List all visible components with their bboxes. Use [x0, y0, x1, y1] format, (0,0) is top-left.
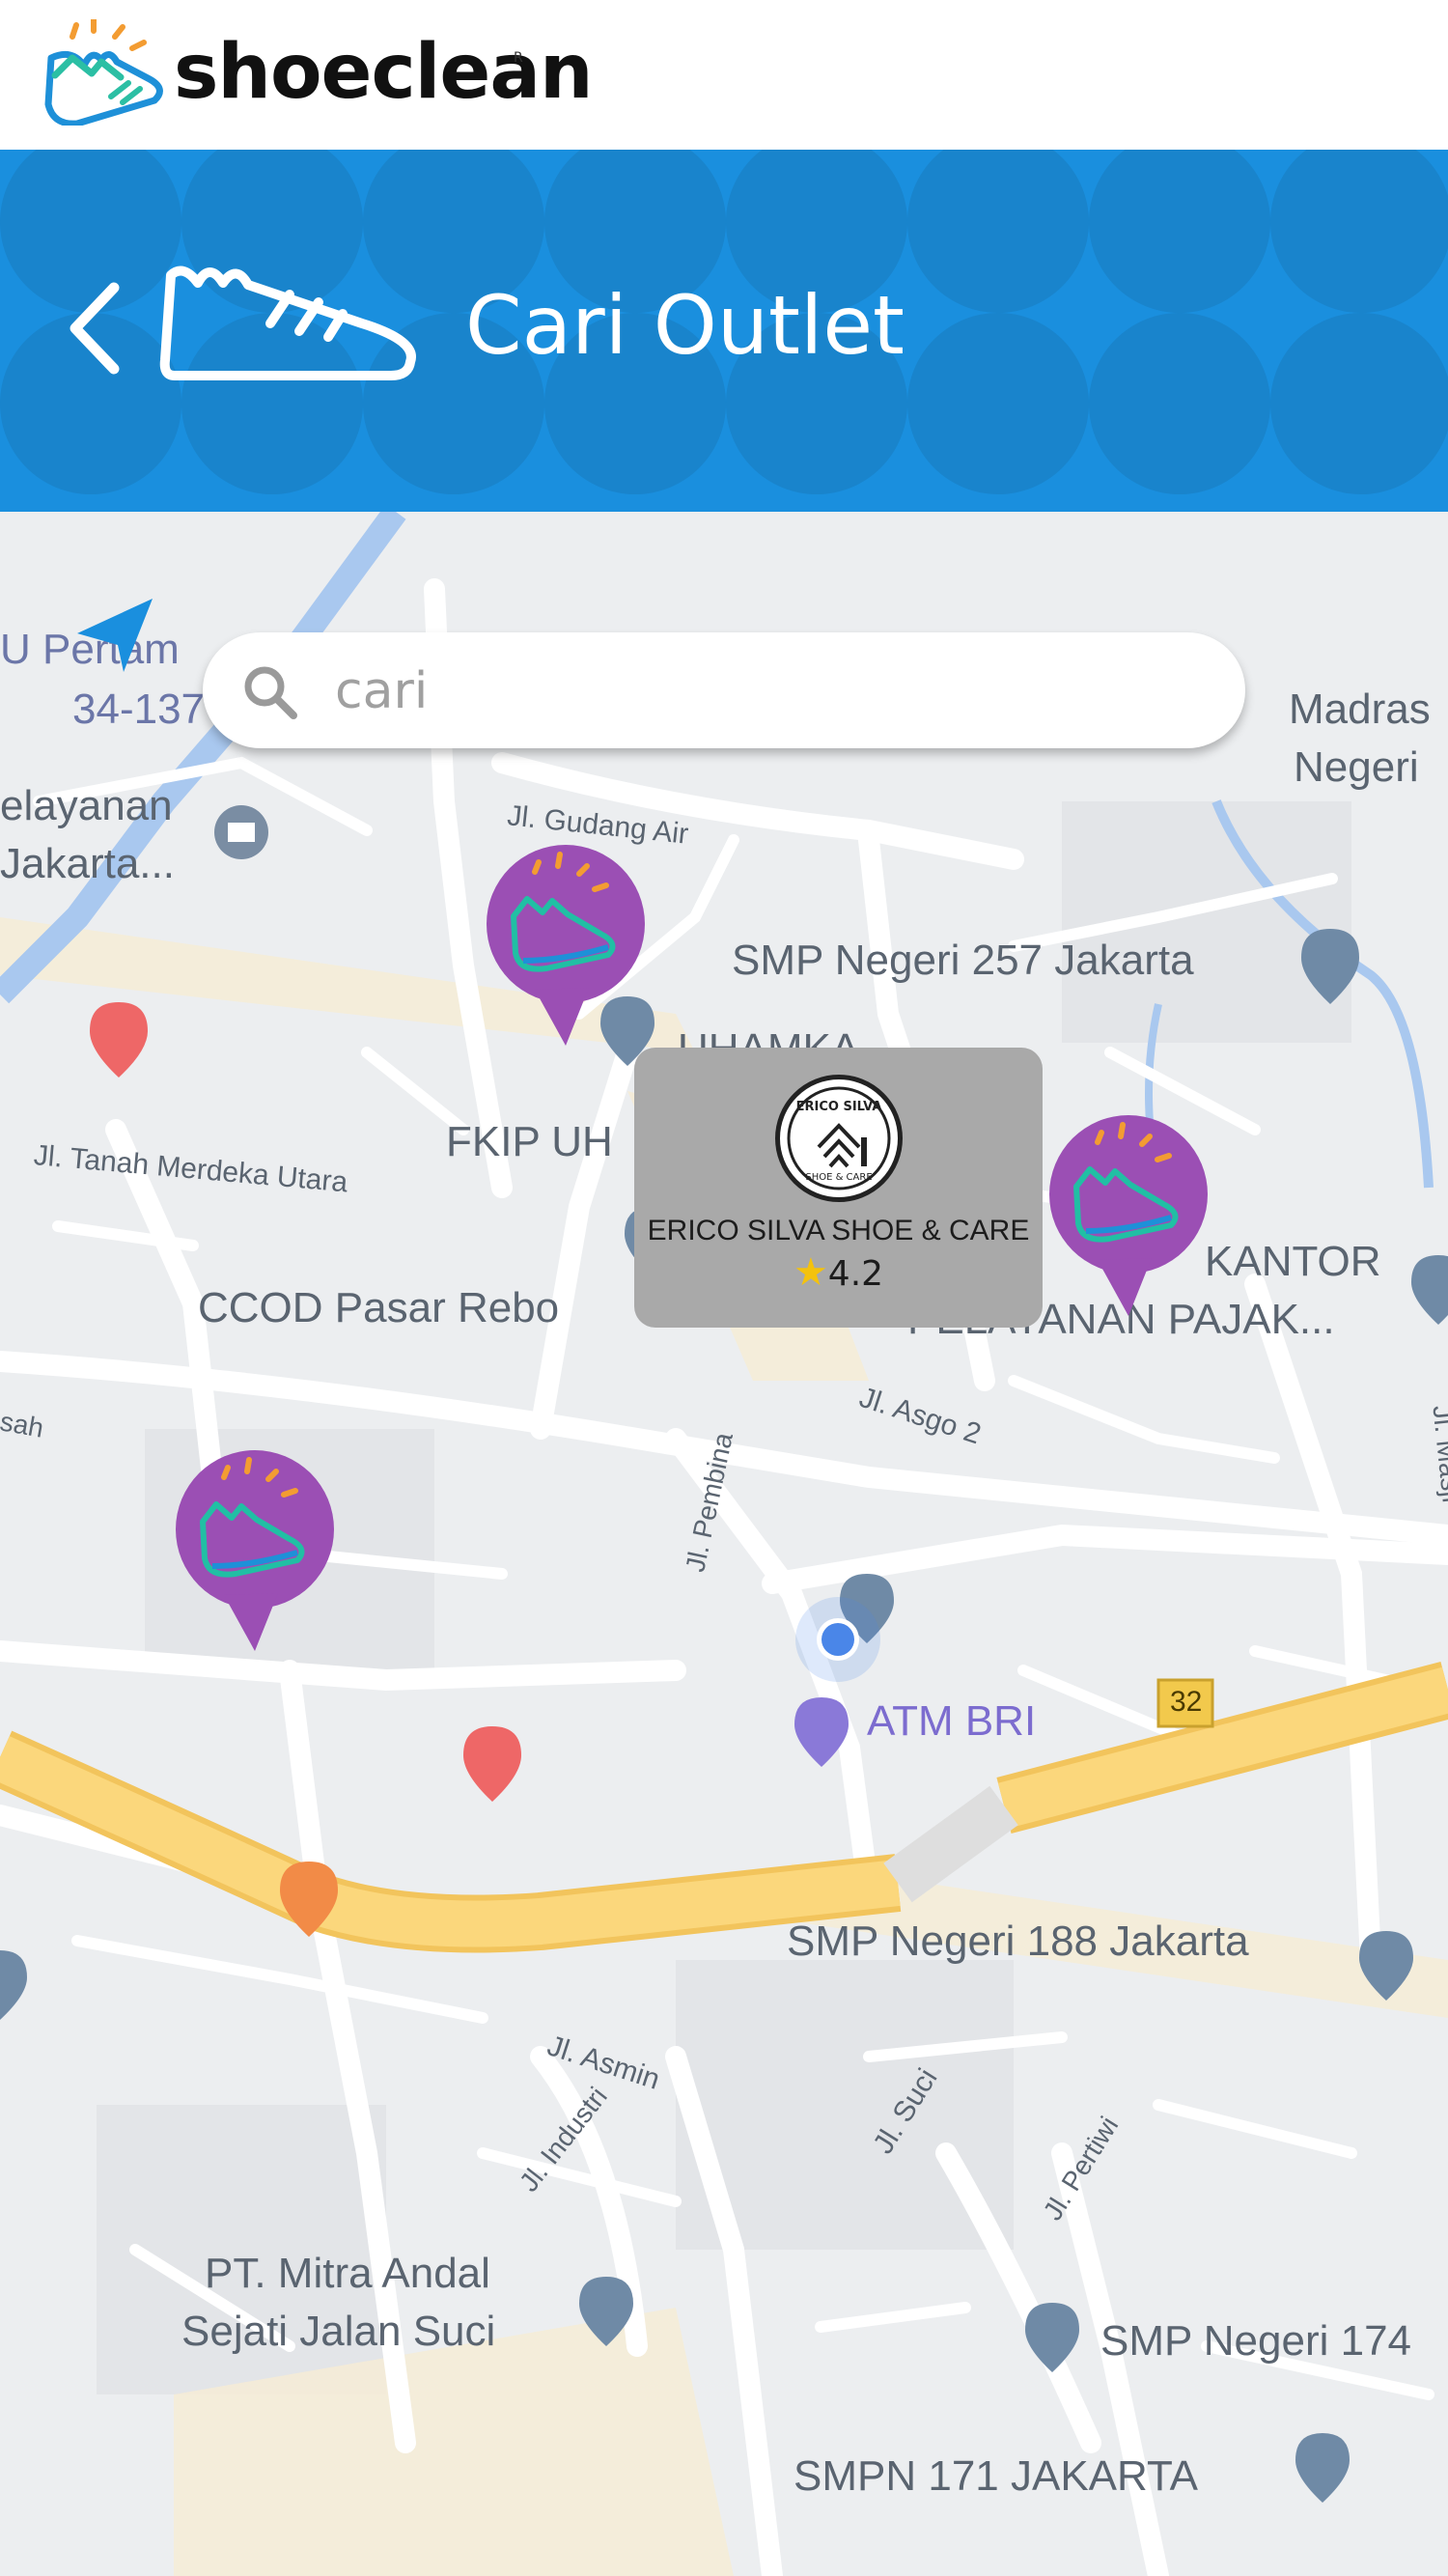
outlet-info-card[interactable]: ERICO SILVA SHOE & CARE ERICO SILVA SHOE…: [634, 1048, 1043, 1328]
map-label: SMP Negeri 257 Jakarta: [732, 937, 1194, 984]
map-label: elayanan: [0, 782, 173, 829]
map-label: FKIP UH: [446, 1118, 613, 1165]
top-bar: shoeclean R: [0, 0, 1448, 150]
map-label: Sejati Jalan Suci: [181, 2308, 496, 2355]
star-icon: ★: [793, 1250, 828, 1295]
current-location-dot-icon: [795, 1597, 880, 1682]
outlet-pin[interactable]: [1047, 1115, 1211, 1322]
shoeclean-pin-icon: [176, 1450, 334, 1651]
outlet-logo: ERICO SILVA SHOE & CARE: [775, 1075, 903, 1202]
outlet-logo-top: ERICO SILVA: [796, 1100, 882, 1114]
outlet-pin[interactable]: [485, 845, 649, 1051]
outlet-name: ERICO SILVA SHOE & CARE: [647, 1215, 1030, 1246]
bank-marker-icon: [214, 805, 268, 859]
back-button[interactable]: [66, 280, 124, 380]
map-label: SMPN 171 JAKARTA: [794, 2452, 1198, 2500]
search-bar[interactable]: [203, 632, 1245, 748]
navigation-arrow-icon: [77, 599, 153, 672]
chevron-left-icon: [70, 282, 120, 375]
map-label: Jakarta...: [0, 840, 175, 887]
outlet-logo-bottom: SHOE & CARE: [805, 1172, 872, 1183]
map-label: SMP Negeri 174: [1100, 2317, 1412, 2365]
map-label: CCOD Pasar Rebo: [198, 1284, 560, 1331]
map-label: SMP Negeri 188 Jakarta: [787, 1918, 1249, 1965]
brand-name: shoeclean: [174, 29, 593, 116]
map-label: Negeri: [1294, 743, 1419, 791]
map-label: 34-137: [72, 686, 206, 733]
outlet-rating: ★4.2: [634, 1250, 1043, 1295]
map-label: Madras: [1289, 686, 1431, 733]
my-location-button[interactable]: [70, 591, 166, 682]
map-label: 32: [1170, 1686, 1203, 1718]
outlet-pin[interactable]: [174, 1450, 338, 1657]
sneaker-icon: [159, 256, 425, 385]
shoeclean-pin-icon: [487, 845, 645, 1046]
search-input[interactable]: [333, 654, 1186, 729]
shoeclean-logo-icon: [43, 16, 169, 129]
search-icon: [241, 663, 299, 725]
map-label: PT. Mitra Andal: [205, 2250, 490, 2297]
registered-mark: R: [514, 50, 523, 66]
map-label: ATM BRI: [867, 1697, 1037, 1745]
rating-value: 4.2: [827, 1254, 884, 1294]
shoeclean-pin-icon: [1049, 1115, 1208, 1316]
page-title: Cari Outlet: [465, 278, 905, 373]
map-label: KANTOR: [1205, 1238, 1381, 1285]
